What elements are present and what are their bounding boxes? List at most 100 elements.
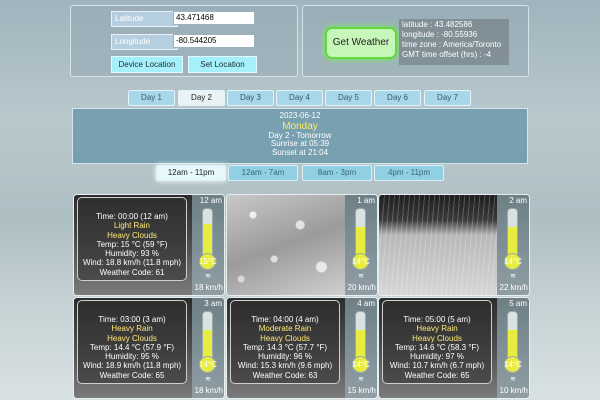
hour-card[interactable]: 1 am 14°C ≋ 20 km/h bbox=[226, 194, 378, 296]
tab-day-2[interactable]: Day 2 bbox=[178, 90, 225, 106]
thermometer-icon bbox=[355, 311, 366, 361]
result-longitude: longitude : -80.55936 bbox=[402, 30, 478, 39]
hour-temp-value: 14°C bbox=[199, 360, 217, 369]
tab-day-3[interactable]: Day 3 bbox=[227, 90, 274, 106]
hour-wind: Wind: 10.7 km/h (6.7 mph) bbox=[389, 361, 485, 371]
hour-humidity: Humidity: 93 % bbox=[105, 249, 159, 259]
hour-wind-value: 18 km/h bbox=[194, 386, 223, 395]
thermometer-icon bbox=[355, 208, 366, 258]
weather-scene-image bbox=[227, 195, 345, 295]
wind-icon: ≋ bbox=[358, 376, 364, 383]
hour-temp-value: 14°C bbox=[504, 360, 522, 369]
latitude-label: Latitude bbox=[111, 11, 178, 27]
hour-time: Time: 05:00 (5 am) bbox=[403, 315, 471, 324]
day-tabs: Day 1 Day 2 Day 3 Day 4 Day 5 Day 6 Day 7 bbox=[0, 90, 600, 106]
hour-humidity: Humidity: 96 % bbox=[258, 352, 312, 362]
hour-wind-value: 22 km/h bbox=[499, 283, 528, 292]
set-location-button[interactable]: Set Location bbox=[188, 56, 257, 73]
hour-wind-value: 20 km/h bbox=[347, 283, 376, 292]
rain-condition: Moderate Rain bbox=[258, 324, 312, 334]
hour-wind: Wind: 18.8 km/h (11.8 mph) bbox=[82, 258, 182, 268]
location-panel: Latitude Longitude Device Location Set L… bbox=[70, 5, 298, 77]
time-range-tabs: 12am - 11pm 12am - 7am 8am - 3pm 4pm - 11pm bbox=[0, 165, 600, 181]
thermometer-icon bbox=[202, 311, 213, 361]
hour-wind-value: 18 km/h bbox=[194, 283, 223, 292]
weather-code: Weather Code: 63 bbox=[252, 370, 318, 380]
wind-icon: ≋ bbox=[510, 376, 516, 383]
weather-code: Weather Code: 65 bbox=[404, 370, 470, 380]
hour-card[interactable]: Time: 03:00 (3 am) Heavy Rain Heavy Clouds… bbox=[73, 297, 225, 399]
rain-condition: Heavy Rain bbox=[111, 324, 153, 334]
location-result: latitude : 43.482586 longitude : -80.559… bbox=[399, 19, 509, 65]
thermometer-icon bbox=[202, 208, 213, 258]
hour-side-panel: 3 am 14°C ≋ 18 km/h bbox=[192, 298, 224, 398]
hour-label: 5 am bbox=[509, 299, 527, 308]
result-panel: Get Weather latitude : 43.482586 longitu… bbox=[302, 5, 529, 77]
hour-side-panel: 12 am 15°C ≋ 18 km/h bbox=[192, 195, 224, 295]
result-timezone: time zone : America/Toronto bbox=[402, 40, 502, 49]
hour-details: Time: 03:00 (3 am) Heavy Rain Heavy Clouds… bbox=[77, 300, 187, 384]
tab-range-1[interactable]: 12am - 11pm bbox=[156, 165, 226, 181]
tab-range-2[interactable]: 12am - 7am bbox=[228, 165, 298, 181]
hour-details: Time: 04:00 (4 am) Moderate Rain Heavy Clo… bbox=[230, 300, 340, 384]
get-weather-button[interactable]: Get Weather bbox=[325, 27, 397, 59]
hour-humidity: Humidity: 95 % bbox=[105, 352, 159, 362]
hour-humidity: Humidity: 97 % bbox=[410, 352, 464, 362]
tab-range-3[interactable]: 8am - 3pm bbox=[302, 165, 372, 181]
hour-wind: Wind: 18.9 km/h (11.8 mph) bbox=[82, 361, 182, 371]
hour-label: 3 am bbox=[204, 299, 222, 308]
hour-side-panel: 1 am 14°C ≋ 20 km/h bbox=[345, 195, 377, 295]
hour-card[interactable]: Time: 00:00 (12 am) Light Rain Heavy Cloud… bbox=[73, 194, 225, 296]
device-location-button[interactable]: Device Location bbox=[111, 56, 183, 73]
thermometer-icon bbox=[507, 311, 518, 361]
sunset-text: Sunset at 21:04 bbox=[271, 147, 329, 157]
tab-day-4[interactable]: Day 4 bbox=[276, 90, 323, 106]
hour-temperature: Temp: 14.4 °C (57.9 °F) bbox=[89, 342, 175, 352]
hour-side-panel: 4 am 14°C ≋ 15 km/h bbox=[345, 298, 377, 398]
wind-icon: ≋ bbox=[510, 273, 516, 280]
hour-label: 12 am bbox=[199, 196, 222, 205]
hour-temp-value: 15°C bbox=[199, 257, 217, 266]
weather-code: Weather Code: 61 bbox=[99, 267, 165, 277]
tab-day-7[interactable]: Day 7 bbox=[424, 90, 471, 106]
weather-scene-image bbox=[379, 195, 497, 295]
cloud-condition: Heavy Clouds bbox=[107, 230, 157, 240]
tab-range-4[interactable]: 4pm - 11pm bbox=[374, 165, 444, 181]
cloud-condition: Heavy Clouds bbox=[107, 333, 157, 343]
day-info-panel: 2023-06-12 Monday Day 2 - Tomorrow Sunri… bbox=[72, 108, 528, 164]
hour-label: 2 am bbox=[509, 196, 527, 205]
longitude-label: Longitude bbox=[111, 34, 178, 50]
cloud-condition: Heavy Clouds bbox=[260, 333, 310, 343]
tab-day-6[interactable]: Day 6 bbox=[374, 90, 421, 106]
wind-icon: ≋ bbox=[205, 273, 211, 280]
hour-wind-value: 10 km/h bbox=[499, 386, 528, 395]
wind-icon: ≋ bbox=[358, 273, 364, 280]
hour-card[interactable]: Time: 04:00 (4 am) Moderate Rain Heavy Clo… bbox=[226, 297, 378, 399]
hour-temperature: Temp: 14.6 °C (58.3 °F) bbox=[394, 342, 480, 352]
hour-label: 1 am bbox=[357, 196, 375, 205]
hour-time: Time: 04:00 (4 am) bbox=[251, 315, 319, 324]
hour-temperature: Temp: 14.3 °C (57.7 °F) bbox=[242, 342, 328, 352]
hour-card[interactable]: 2 am 14°C ≋ 22 km/h bbox=[378, 194, 530, 296]
weather-code: Weather Code: 65 bbox=[99, 370, 165, 380]
hour-details: Time: 05:00 (5 am) Heavy Rain Heavy Clouds… bbox=[382, 300, 492, 384]
hour-temperature: Temp: 15 °C (59 °F) bbox=[96, 239, 168, 249]
hour-wind-value: 15 km/h bbox=[347, 386, 376, 395]
hour-temp-value: 14°C bbox=[504, 257, 522, 266]
rain-condition: Light Rain bbox=[113, 221, 151, 231]
tab-day-1[interactable]: Day 1 bbox=[128, 90, 175, 106]
result-gmt-offset: GMT time offset (hrs) : -4 bbox=[402, 50, 492, 59]
longitude-input[interactable] bbox=[173, 34, 255, 48]
hour-time: Time: 03:00 (3 am) bbox=[98, 315, 166, 324]
hour-temp-value: 14°C bbox=[352, 257, 370, 266]
hour-side-panel: 2 am 14°C ≋ 22 km/h bbox=[497, 195, 529, 295]
tab-day-5[interactable]: Day 5 bbox=[325, 90, 372, 106]
hour-label: 4 am bbox=[357, 299, 375, 308]
wind-icon: ≋ bbox=[205, 376, 211, 383]
hour-time: Time: 00:00 (12 am) bbox=[96, 212, 168, 221]
hour-temp-value: 14°C bbox=[352, 360, 370, 369]
rain-condition: Heavy Rain bbox=[416, 324, 458, 334]
hour-card[interactable]: Time: 05:00 (5 am) Heavy Rain Heavy Clouds… bbox=[378, 297, 530, 399]
latitude-input[interactable] bbox=[173, 11, 255, 25]
hour-wind: Wind: 15.3 km/h (9.6 mph) bbox=[237, 361, 333, 371]
